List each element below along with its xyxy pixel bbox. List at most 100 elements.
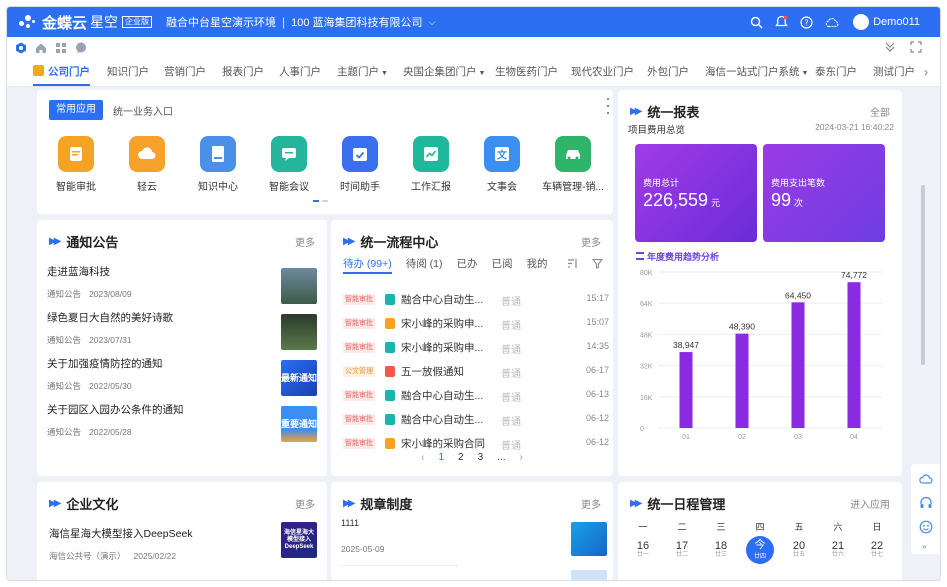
carousel-dots[interactable] <box>313 200 331 202</box>
rules-thumbnail[interactable] <box>571 522 607 556</box>
flow-row[interactable]: 智能审批 宋小峰的采购申... 普通 14:35 <box>343 338 609 358</box>
tab-test-portal[interactable]: 测试门户 <box>873 59 915 86</box>
app-work-report[interactable]: 工作汇报 <box>399 136 463 193</box>
notice-thumbnail[interactable] <box>281 314 317 350</box>
notice-item[interactable]: 绿色夏日大自然的美好诗歌 通知公告2023/07/31 <box>47 306 311 352</box>
tab-to-read[interactable]: 待阅 (1) <box>406 256 443 274</box>
tab-read[interactable]: 已阅 <box>491 256 512 274</box>
flow-row[interactable]: 智能审批 融合中心自动生... 普通 06-13 <box>343 386 609 406</box>
bell-icon[interactable] <box>774 15 789 30</box>
calendar-day[interactable]: 21廿六 <box>823 540 853 559</box>
search-icon[interactable] <box>749 15 764 30</box>
notice-item[interactable]: 关于园区入园办公条件的通知 通知公告2022/05/28 <box>47 398 311 444</box>
calendar-day[interactable]: 16廿一 <box>628 540 658 559</box>
y-tick-label: 16K <box>640 395 653 402</box>
calendar-day[interactable]: 18廿三 <box>706 540 736 559</box>
tab-marketing-portal[interactable]: 营销门户 <box>164 59 206 86</box>
logo[interactable]: 金蝶云 星空 企业版 <box>17 12 152 33</box>
tab-knowledge-portal[interactable]: 知识门户 <box>107 59 149 86</box>
rules-item-title[interactable]: 1111 <box>341 518 359 528</box>
grid-icon[interactable] <box>55 42 67 54</box>
calendar-day[interactable]: 22廿七 <box>862 540 892 559</box>
tab-unified-entry[interactable]: 统一业务入口 <box>113 103 173 118</box>
chevron-left-icon[interactable]: ‹ <box>421 452 424 463</box>
app-smart-approval[interactable]: 智能审批 <box>44 136 108 193</box>
tab-soe-group-portal[interactable]: 央国企集团门户▼ <box>403 59 485 86</box>
chevron-right-icon[interactable]: › <box>924 65 928 79</box>
notice-more-link[interactable]: 更多 <box>295 234 315 249</box>
tab-biomed-portal[interactable]: 生物医药门户 <box>495 59 558 86</box>
kpi-total-cost[interactable]: 费用总计 226,559元 <box>635 144 757 242</box>
more-vertical-icon[interactable] <box>605 98 611 114</box>
tab-agriculture-portal[interactable]: 现代农业门户 <box>571 59 634 86</box>
app-qingyun[interactable]: 轻云 <box>115 136 179 193</box>
notice-item[interactable]: 关于加强疫情防控的通知 通知公告2022/05/30 <box>47 352 311 398</box>
collapse-icon[interactable] <box>884 41 896 53</box>
apps-segment: 常用应用 统一业务入口 <box>49 100 173 120</box>
expand-icon[interactable]: » <box>922 542 926 551</box>
help-icon[interactable]: ? <box>799 15 814 30</box>
page-3[interactable]: 3 <box>478 452 484 463</box>
tab-theme-portal[interactable]: 主题门户▼ <box>337 59 388 86</box>
calendar-day[interactable]: 17廿二 <box>667 540 697 559</box>
weekday-label: 四 <box>745 520 775 533</box>
notice-item[interactable]: 走进蓝海科技 通知公告2023/08/09 <box>47 260 311 306</box>
tab-mine[interactable]: 我的 <box>526 256 547 274</box>
app-smart-meeting[interactable]: 智能会议 <box>257 136 321 193</box>
tab-todo[interactable]: 待办 (99+) <box>343 256 392 274</box>
flow-row[interactable]: 智能审批 融合中心自动生... 普通 15:17 <box>343 290 609 310</box>
culture-item-title[interactable]: 海信星海大模型接入DeepSeek <box>49 526 193 541</box>
headset-icon[interactable] <box>919 496 933 510</box>
app-knowledge-center[interactable]: 知识中心 <box>186 136 250 193</box>
calendar-day-today[interactable]: 今廿四 <box>746 536 774 564</box>
report-all-link[interactable]: 全部 <box>870 104 890 119</box>
kpi-expense-count[interactable]: 费用支出笔数 99次 <box>763 144 885 242</box>
filter-icon[interactable] <box>592 258 603 272</box>
fullscreen-icon[interactable] <box>910 41 922 53</box>
avatar[interactable] <box>853 14 869 30</box>
common-apps-card: 常用应用 统一业务入口 智能审批 轻云 知识中心 智能会议 <box>37 90 613 214</box>
tab-report-portal[interactable]: 报表门户 <box>222 59 264 86</box>
smiley-icon[interactable] <box>919 520 933 534</box>
tab-taidong-portal[interactable]: 泰东门户 <box>815 59 857 86</box>
flow-more-link[interactable]: 更多 <box>581 234 601 249</box>
chevron-right-icon[interactable]: › <box>520 452 523 463</box>
tab-outsourcing-portal[interactable]: 外包门户 <box>647 59 689 86</box>
app-wenshihui[interactable]: 文 文事会 <box>470 136 534 193</box>
scrollbar[interactable] <box>921 185 925 365</box>
page-ellipsis[interactable]: ... <box>497 452 505 463</box>
apps-cloud-icon[interactable] <box>824 15 839 30</box>
chat-icon[interactable] <box>75 42 87 54</box>
list-icon <box>636 252 644 260</box>
flow-row[interactable]: 智能审批 宋小峰的采购申... 普通 15:07 <box>343 314 609 334</box>
calendar-day[interactable]: 20廿五 <box>784 540 814 559</box>
notice-thumbnail[interactable] <box>281 268 317 304</box>
portal-switch-icon[interactable] <box>15 42 27 54</box>
page-1[interactable]: 1 <box>438 452 444 463</box>
chevron-down-icon[interactable]: ⌵ <box>429 17 436 28</box>
notice-thumbnail[interactable]: 重要通知 <box>281 406 317 442</box>
page-2[interactable]: 2 <box>458 452 464 463</box>
tab-done[interactable]: 已办 <box>456 256 477 274</box>
username[interactable]: Demo011 <box>873 16 920 28</box>
tab-hr-portal[interactable]: 人事门户 <box>279 59 321 86</box>
flow-row[interactable]: 智能审批 融合中心自动生... 普通 06-12 <box>343 410 609 430</box>
portal-icon <box>33 65 44 76</box>
flow-row[interactable]: 智能审批 宋小峰的采购合同 普通 06-12 <box>343 434 609 454</box>
tab-company-portal[interactable]: 公司门户 <box>33 59 90 86</box>
flow-row[interactable]: 公文管理 五一放假通知 普通 06-17 <box>343 362 609 382</box>
rules-more-link[interactable]: 更多 <box>581 496 601 511</box>
notice-thumbnail[interactable]: 最新通知 <box>281 360 317 396</box>
rules-thumbnail[interactable] <box>571 570 607 581</box>
tab-hisense-portal[interactable]: 海信一站式门户系统▼ <box>705 59 808 86</box>
tab-common-apps[interactable]: 常用应用 <box>49 100 103 120</box>
app-vehicle-management[interactable]: 车辆管理-销... <box>541 136 605 193</box>
home-icon[interactable] <box>35 42 47 54</box>
culture-more-link[interactable]: 更多 <box>295 496 315 511</box>
cloud-icon[interactable] <box>919 472 933 486</box>
app-time-assistant[interactable]: 时间助手 <box>328 136 392 193</box>
culture-thumbnail[interactable]: 海信星海大模型接入DeepSeek <box>281 522 317 558</box>
org-switcher[interactable]: 100 蓝海集团科技有限公司 <box>291 14 422 30</box>
schedule-enter-link[interactable]: 进入应用 <box>850 496 890 511</box>
sort-icon[interactable] <box>567 258 578 272</box>
